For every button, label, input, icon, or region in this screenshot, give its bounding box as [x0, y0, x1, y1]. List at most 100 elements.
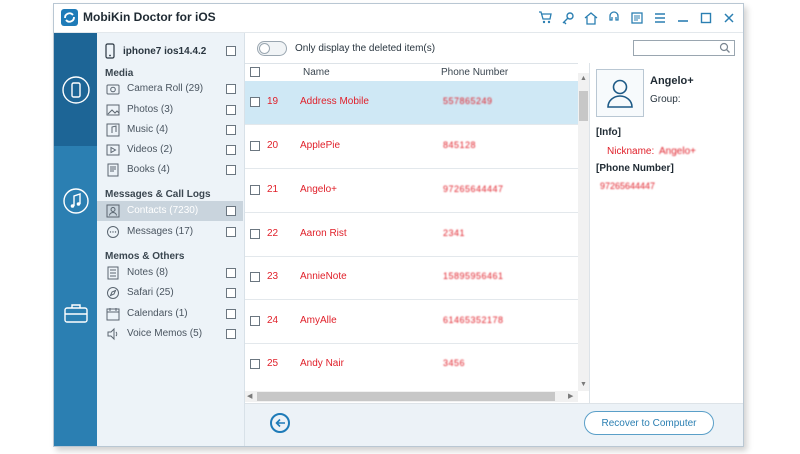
nickname-value: Angelo+ [659, 146, 696, 157]
video-icon [106, 144, 120, 156]
category-music[interactable]: Music (4) [97, 120, 243, 140]
phone-recover-icon [61, 75, 90, 104]
table-row[interactable]: 20 ApplePie 845128 [245, 125, 578, 169]
camera-icon [106, 84, 120, 95]
table-row[interactable]: 25 Andy Nair 3456 [245, 343, 578, 381]
contacts-table: 19 Address Mobile 557865249 20 ApplePie … [245, 81, 578, 381]
detail-group: Group: [650, 94, 681, 105]
nav-device-recovery[interactable] [54, 33, 97, 146]
category-contacts[interactable]: Contacts (7230) [97, 201, 243, 221]
category-videos[interactable]: Videos (2) [97, 140, 243, 160]
category-checkbox[interactable] [226, 165, 236, 175]
table-row[interactable]: 24 AmyAlle 61465352178 [245, 300, 578, 344]
table-row[interactable]: 22 Aaron Rist 2341 [245, 213, 578, 257]
compass-icon [107, 287, 119, 299]
scroll-up-icon[interactable]: ▲ [580, 75, 587, 83]
scroll-down-icon[interactable]: ▼ [580, 381, 587, 389]
row-checkbox[interactable] [250, 272, 260, 282]
home-icon[interactable] [582, 9, 599, 26]
category-checkbox[interactable] [226, 84, 236, 94]
deleted-only-toggle[interactable] [257, 41, 287, 56]
cart-icon[interactable] [536, 9, 553, 26]
search-icon[interactable] [719, 42, 731, 54]
row-checkbox[interactable] [250, 97, 260, 107]
back-button[interactable] [270, 413, 290, 433]
nickname-label: Nickname: [607, 146, 655, 157]
category-checkbox[interactable] [226, 288, 236, 298]
search-input[interactable] [633, 40, 735, 56]
feedback-icon[interactable] [628, 9, 645, 26]
detail-phone-value: 97265644447 [600, 181, 656, 191]
row-checkbox[interactable] [250, 185, 260, 195]
category-checkbox[interactable] [226, 309, 236, 319]
maximize-icon[interactable] [697, 9, 714, 26]
category-checkbox[interactable] [226, 268, 236, 278]
title-bar: MobiKin Doctor for iOS [54, 4, 743, 33]
message-icon [107, 226, 119, 238]
device-checkbox[interactable] [226, 46, 236, 56]
device-row: iphone7 ios14.4.2 [105, 42, 240, 60]
category-checkbox[interactable] [226, 125, 236, 135]
recover-button[interactable]: Recover to Computer [584, 411, 714, 435]
device-name: iphone7 ios14.4.2 [123, 45, 207, 57]
category-voice-memos[interactable]: Voice Memos (5) [97, 324, 243, 344]
section-media: Media [105, 68, 134, 79]
category-checkbox[interactable] [226, 105, 236, 115]
scroll-thumb[interactable] [579, 91, 588, 121]
bottom-bar: Recover to Computer [245, 403, 743, 446]
category-photos[interactable]: Photos (3) [97, 100, 243, 120]
detail-name: Angelo+ [650, 75, 694, 87]
avatar [596, 69, 644, 117]
close-icon[interactable] [720, 9, 737, 26]
detail-phone-header: [Phone Number] [596, 163, 674, 174]
row-checkbox[interactable] [250, 359, 260, 369]
table-vertical-scrollbar[interactable]: ▲ ▼ [578, 73, 589, 391]
category-camera-roll[interactable]: Camera Roll (29) [97, 79, 243, 99]
calendar-icon [106, 308, 120, 321]
column-phone[interactable]: Phone Number [441, 67, 508, 78]
music-backup-icon [62, 187, 89, 214]
support-icon[interactable] [605, 9, 622, 26]
row-checkbox[interactable] [250, 141, 260, 151]
menu-icon[interactable] [651, 9, 668, 26]
category-messages[interactable]: Messages (17) [97, 222, 243, 242]
row-checkbox[interactable] [250, 229, 260, 239]
category-checkbox[interactable] [226, 227, 236, 237]
app-window: MobiKin Doctor for iOS iphone7 ios14.4.2… [53, 3, 744, 447]
category-checkbox[interactable] [226, 329, 236, 339]
filter-bar: Only display the deleted item(s) [245, 33, 743, 63]
category-panel: iphone7 ios14.4.2 Media Camera Roll (29)… [97, 33, 245, 446]
toolbox-icon [63, 303, 88, 323]
table-horizontal-scrollbar[interactable]: ◀ ▶ [245, 391, 578, 402]
note-icon [107, 266, 119, 280]
category-calendars[interactable]: Calendars (1) [97, 304, 243, 324]
table-row[interactable]: 19 Address Mobile 557865249 [245, 81, 578, 125]
speaker-icon [107, 327, 118, 341]
scroll-left-icon[interactable]: ◀ [247, 393, 252, 401]
left-nav [54, 33, 97, 446]
scroll-thumb[interactable] [257, 392, 555, 401]
row-checkbox[interactable] [250, 316, 260, 326]
scroll-right-icon[interactable]: ▶ [568, 393, 573, 401]
category-notes[interactable]: Notes (8) [97, 263, 243, 283]
category-checkbox[interactable] [226, 206, 236, 216]
phone-icon [105, 43, 115, 59]
column-name[interactable]: Name [303, 67, 330, 78]
table-row[interactable]: 23 AnnieNote 15895956461 [245, 256, 578, 300]
nav-itunes-backup[interactable] [54, 148, 97, 253]
key-icon[interactable] [559, 9, 576, 26]
app-logo-icon [61, 9, 78, 26]
person-icon [607, 79, 633, 108]
category-checkbox[interactable] [226, 145, 236, 155]
photo-icon [106, 104, 120, 116]
category-safari[interactable]: Safari (25) [97, 283, 243, 303]
select-all-checkbox[interactable] [250, 67, 260, 77]
category-books[interactable]: Books (4) [97, 160, 243, 180]
nav-toolbox[interactable] [54, 255, 97, 370]
main-panel: Only display the deleted item(s) Name Ph… [245, 33, 735, 446]
minimize-icon[interactable] [674, 9, 691, 26]
section-memos: Memos & Others [105, 251, 185, 262]
table-row[interactable]: 21 Angelo+ 97265644447 [245, 169, 578, 213]
detail-info-header: [Info] [596, 127, 621, 138]
contact-icon [106, 204, 120, 218]
